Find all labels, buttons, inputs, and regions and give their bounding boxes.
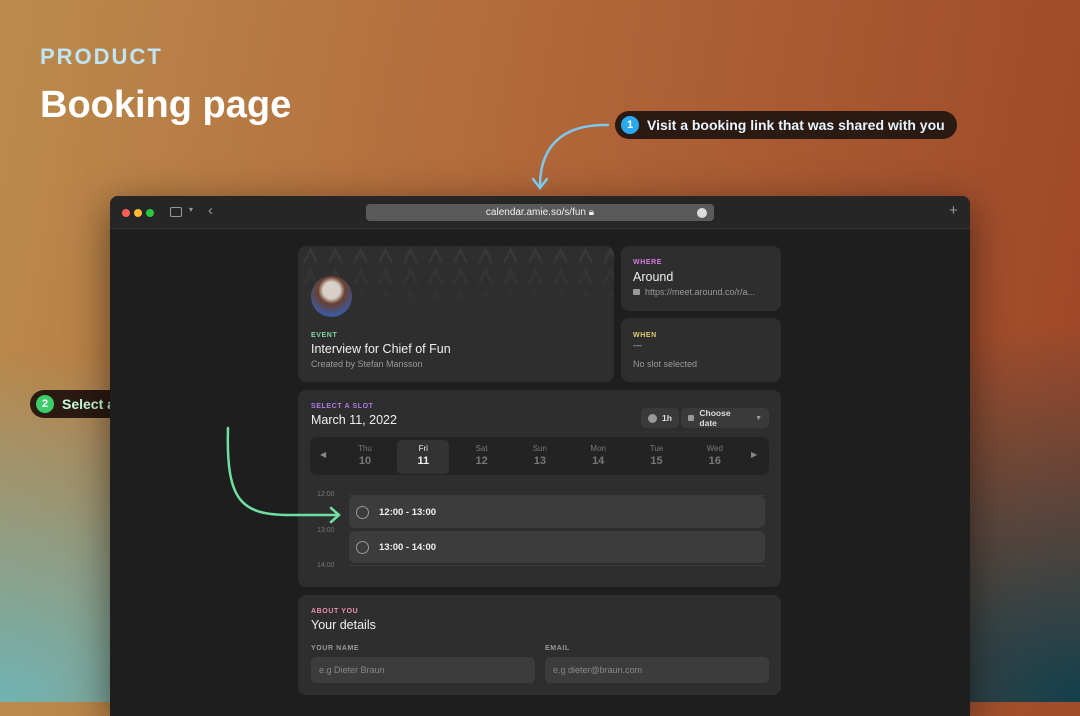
time-label: 12:00	[317, 491, 335, 498]
weekday: Thu	[358, 444, 372, 453]
choose-date-text: Choose date	[699, 408, 731, 428]
when-label: WHEN	[633, 332, 657, 339]
weekday: Fri	[418, 444, 428, 453]
email-input[interactable]	[545, 657, 769, 683]
weekday: Tue	[649, 444, 664, 453]
new-tab-icon[interactable]: +	[949, 202, 958, 219]
more-icon[interactable]	[697, 208, 707, 218]
maximize-window-button[interactable]	[146, 209, 154, 217]
weekday: Wed	[706, 444, 723, 453]
close-window-button[interactable]	[122, 209, 130, 217]
where-label: WHERE	[633, 259, 663, 266]
chevron-down-icon: ▼	[755, 414, 762, 422]
day-wed[interactable]: Wed 16	[689, 437, 741, 475]
day-strip: ◀ ▶ Thu 10 Fri 11 Sat 12 Sun 13 Mon 14 Tue 15 Wed 16	[310, 437, 769, 475]
slot-time: 13:00 - 14:00	[379, 541, 437, 553]
event-card: EVENT Interview for Chief of Fun Created…	[298, 246, 614, 382]
day-number: 16	[708, 455, 721, 467]
weekday: Mon	[590, 444, 606, 453]
day-number: 15	[650, 455, 663, 467]
arrow-1-head	[531, 177, 549, 191]
day-number: 11	[417, 455, 430, 467]
when-status: No slot selected	[633, 359, 698, 369]
slot-option[interactable]: 12:00 - 13:00	[349, 496, 765, 528]
day-number: 13	[533, 455, 547, 467]
radio-icon[interactable]	[356, 505, 369, 519]
time-label: 13:00	[317, 526, 335, 534]
day-number: 14	[592, 455, 605, 467]
step-number: 2	[36, 395, 54, 413]
browser-toolbar: ▾ ‹ calendar.amie.so/s/fun 🔒︎ +	[110, 196, 970, 229]
sidebar-icon[interactable]	[170, 207, 182, 217]
time-label: 14:00	[317, 562, 335, 569]
eyebrow: PRODUCT	[40, 44, 163, 69]
divider	[349, 565, 765, 566]
event-creator: Created by Stefan Mansson	[311, 359, 423, 369]
day-thu[interactable]: Thu 10	[339, 437, 391, 475]
weekday: Sun	[532, 444, 547, 453]
duration-button[interactable]: 1h	[641, 408, 679, 428]
day-number: 12	[475, 455, 488, 467]
choose-date-button[interactable]: Choose date ▼	[681, 408, 769, 428]
minimize-window-button[interactable]	[134, 209, 142, 217]
avatar	[311, 276, 352, 317]
when-card: WHEN — No slot selected	[621, 318, 781, 382]
about-card: ABOUT YOU Your details YOUR NAME EMAIL	[298, 595, 781, 695]
day-mon[interactable]: Mon 14	[572, 437, 624, 475]
name-label: YOUR NAME	[311, 645, 360, 652]
slot-option[interactable]: 13:00 - 14:00	[349, 531, 765, 563]
name-input[interactable]	[311, 657, 535, 683]
clock-icon	[648, 413, 657, 423]
next-week-icon[interactable]: ▶	[751, 450, 757, 459]
lock-icon: 🔒︎	[588, 207, 595, 218]
slot-date: March 11, 2022	[311, 413, 397, 427]
page-title: Booking page	[40, 84, 292, 126]
browser-window: ▾ ‹ calendar.amie.so/s/fun 🔒︎ + EVENT In…	[110, 196, 970, 716]
slot-label: SELECT A SLOT	[311, 403, 374, 410]
day-tue[interactable]: Tue 15	[631, 437, 683, 475]
email-label: EMAIL	[545, 645, 570, 652]
chevron-down-icon[interactable]: ▾	[189, 205, 193, 214]
about-label: ABOUT YOU	[311, 608, 359, 615]
annotation-text: Visit a booking link that was shared wit…	[647, 117, 945, 133]
step-number: 1	[621, 116, 639, 134]
event-title: Interview for Chief of Fun	[311, 342, 451, 356]
calendar-icon	[688, 415, 695, 421]
where-card: WHERE Around https://meet.around.co/r/a.…	[621, 246, 781, 311]
weekday: Sat	[475, 444, 488, 453]
about-title: Your details	[311, 618, 376, 632]
when-dash: —	[633, 340, 642, 350]
address-bar[interactable]: calendar.amie.so/s/fun 🔒︎	[366, 204, 714, 221]
back-icon[interactable]: ‹	[208, 202, 213, 219]
slot-card: SELECT A SLOT March 11, 2022 1h Choose d…	[298, 390, 781, 587]
where-title: Around	[633, 270, 674, 284]
annotation-1: 1 Visit a booking link that was shared w…	[615, 111, 957, 139]
duration-text: 1h	[662, 413, 672, 423]
day-number: 10	[358, 455, 372, 467]
meeting-link[interactable]: https://meet.around.co/r/a...	[645, 287, 755, 297]
radio-icon[interactable]	[356, 540, 369, 554]
video-icon	[633, 289, 640, 295]
day-sat[interactable]: Sat 12	[456, 437, 508, 475]
event-label: EVENT	[311, 332, 338, 339]
day-fri[interactable]: Fri 11	[397, 440, 450, 474]
slot-time: 12:00 - 13:00	[379, 506, 437, 518]
arrow-1	[538, 123, 610, 188]
day-sun[interactable]: Sun 13	[514, 437, 566, 475]
previous-week-icon[interactable]: ◀	[320, 450, 326, 459]
url-text: calendar.amie.so/s/fun	[485, 207, 586, 218]
